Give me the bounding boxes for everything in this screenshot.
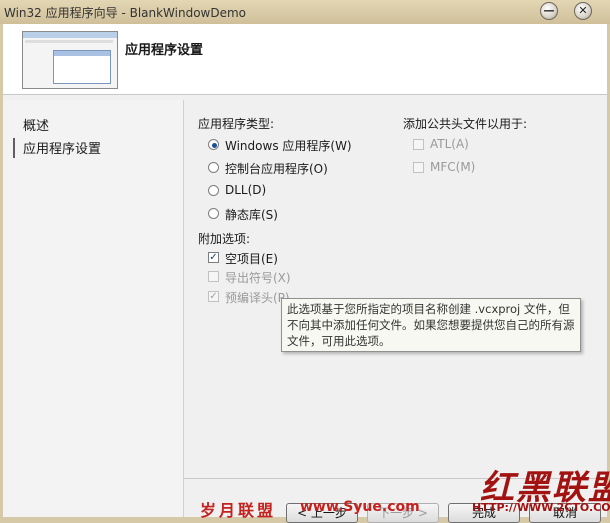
additional-options-label: 附加选项: bbox=[198, 232, 251, 246]
window-title: Win32 应用程序向导 - BlankWindowDemo bbox=[4, 6, 247, 20]
sidebar-item-app-settings[interactable]: 应用程序设置 bbox=[23, 138, 101, 157]
radio-label: 控制台应用程序(O) bbox=[225, 162, 328, 176]
wizard-client-area: 应用程序设置 概述 应用程序设置 应用程序类型: Windows 应用程序(W)… bbox=[3, 24, 607, 523]
radio-label: DLL(D) bbox=[225, 183, 267, 197]
watermark-site-url: www.Syue.com bbox=[300, 499, 420, 515]
page-title: 应用程序设置 bbox=[125, 43, 204, 58]
radio-button[interactable] bbox=[208, 208, 219, 219]
checkbox-label: 空项目(E) bbox=[225, 252, 278, 266]
common-headers-label: 添加公共头文件以用于: bbox=[403, 117, 528, 131]
radio-label: 静态库(S) bbox=[225, 208, 278, 222]
minimize-icon: — bbox=[543, 4, 555, 17]
checkbox-box bbox=[413, 162, 424, 173]
sidebar-selection-marker bbox=[13, 138, 15, 158]
radio-label: Windows 应用程序(W) bbox=[225, 139, 352, 153]
sidebar-item-overview[interactable]: 概述 bbox=[23, 115, 49, 134]
tooltip: 此选项基于您所指定的项目名称创建 .vcxproj 文件，但不向其中添加任何文件… bbox=[281, 298, 581, 352]
settings-panel: 应用程序类型: Windows 应用程序(W) 控制台应用程序(O) DLL(D… bbox=[184, 100, 607, 523]
radio-button[interactable] bbox=[208, 139, 219, 150]
checkmark-icon[interactable]: ✓ bbox=[208, 252, 219, 263]
close-button[interactable]: ✕ bbox=[574, 2, 592, 20]
title-bar: Win32 应用程序向导 - BlankWindowDemo — ✕ bbox=[0, 0, 610, 24]
app-type-label: 应用程序类型: bbox=[198, 117, 275, 131]
checkbox-box bbox=[413, 139, 424, 150]
radio-selected-dot bbox=[212, 143, 217, 148]
checkbox-label: 预编译头(P) bbox=[225, 291, 290, 305]
minimize-button[interactable]: — bbox=[540, 2, 558, 20]
checkbox-label: ATL(A) bbox=[430, 137, 469, 151]
checkmark-icon: ✓ bbox=[208, 291, 219, 302]
window-preview-icon bbox=[22, 31, 118, 89]
wizard-banner: 应用程序设置 bbox=[3, 24, 607, 95]
watermark-site-name: 岁月联盟 bbox=[200, 501, 277, 520]
checkbox-label: MFC(M) bbox=[430, 160, 476, 174]
checkbox-box bbox=[208, 271, 219, 282]
watermark-brand-url: HTTP://WWW.2CTO.COM bbox=[472, 501, 610, 514]
wizard-sidebar: 概述 应用程序设置 bbox=[3, 100, 184, 517]
close-icon: ✕ bbox=[578, 4, 588, 17]
radio-button[interactable] bbox=[208, 185, 219, 196]
radio-button[interactable] bbox=[208, 162, 219, 173]
checkbox-label: 导出符号(X) bbox=[225, 271, 291, 285]
